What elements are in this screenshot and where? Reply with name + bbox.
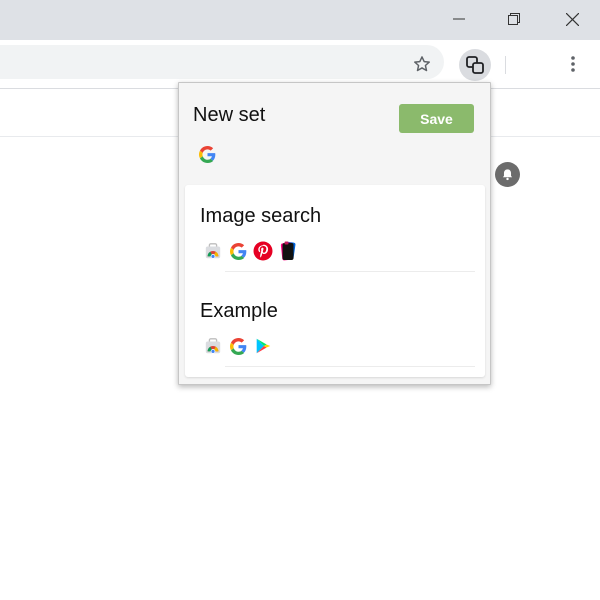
google-icon[interactable]: [197, 144, 217, 164]
new-set-icons: [197, 144, 217, 164]
chrome-web-store-icon[interactable]: [203, 336, 223, 356]
pinterest-icon[interactable]: [253, 241, 273, 261]
google-icon[interactable]: [228, 241, 248, 261]
minimize-button[interactable]: [436, 0, 482, 38]
extension-button[interactable]: [459, 49, 491, 81]
bell-icon: [502, 169, 513, 181]
star-icon: [414, 56, 430, 72]
menu-button[interactable]: [560, 51, 586, 77]
chrome-web-store-icon[interactable]: [203, 241, 223, 261]
new-set-title: New set: [193, 104, 266, 126]
set-title: Example: [200, 300, 278, 322]
menu-dots-icon: [571, 56, 575, 72]
close-icon: [565, 12, 579, 26]
flickr-icon[interactable]: [278, 241, 298, 261]
restore-icon: [508, 13, 520, 25]
close-button[interactable]: [549, 0, 595, 38]
save-button[interactable]: Save: [399, 104, 474, 133]
set-title: Image search: [200, 205, 322, 227]
notification-button[interactable]: [495, 162, 520, 187]
extension-popup: New set Save Image search Example: [178, 82, 491, 385]
minimize-icon: [453, 18, 465, 20]
google-play-icon[interactable]: [253, 336, 273, 356]
set-divider: [225, 366, 475, 367]
restore-button[interactable]: [491, 0, 537, 38]
toolbar-divider: [505, 56, 506, 74]
address-bar[interactable]: [0, 45, 444, 79]
bookmark-star-button[interactable]: [409, 51, 435, 77]
saved-sets-list: Image search Example: [185, 185, 485, 377]
google-icon[interactable]: [228, 336, 248, 356]
title-bar: [0, 0, 600, 40]
set-divider: [225, 271, 475, 272]
set-icons: [203, 336, 273, 356]
extension-icon: [466, 56, 484, 74]
set-icons: [203, 241, 298, 261]
